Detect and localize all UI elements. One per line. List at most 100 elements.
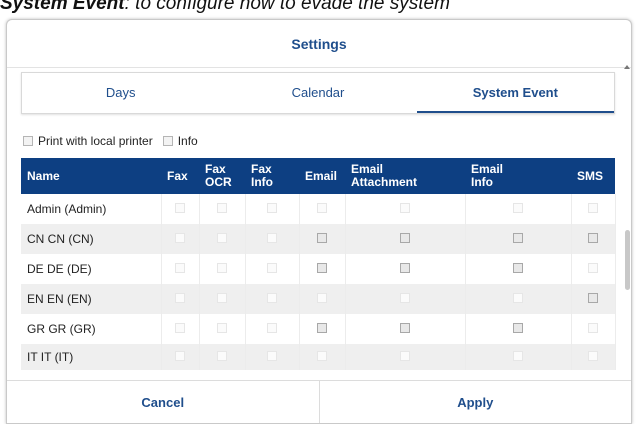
print-local-option[interactable]: Print with local printer (23, 134, 153, 148)
scroll-up-icon[interactable] (624, 65, 630, 69)
checkbox-cell (299, 314, 346, 344)
user-name-cell: CN CN (CN) (21, 224, 162, 254)
tab-days[interactable]: Days (22, 73, 219, 113)
event-checkbox[interactable] (400, 263, 410, 273)
user-name-cell: EN EN (EN) (21, 284, 162, 314)
table-header-row: Name Fax Fax OCR Fax Info Email Email At… (21, 158, 615, 194)
event-checkbox[interactable] (217, 323, 227, 333)
checkbox-cell (571, 224, 616, 254)
event-checkbox[interactable] (588, 263, 598, 273)
col-header-email: Email (299, 158, 345, 194)
apply-button[interactable]: Apply (318, 381, 632, 423)
checkbox-cell (161, 224, 200, 254)
col-header-sms: SMS (571, 158, 615, 194)
checkbox-cell (161, 284, 200, 314)
event-checkbox[interactable] (175, 263, 185, 273)
table-body: Admin (Admin) CN CN (CN) DE DE (DE) EN EN (… (21, 194, 616, 370)
event-checkbox[interactable] (400, 233, 410, 243)
event-checkbox[interactable] (513, 233, 523, 243)
info-option[interactable]: Info (162, 134, 198, 148)
checkbox-cell (245, 194, 300, 224)
print-local-label: Print with local printer (38, 134, 153, 148)
caption-text: : to configure how to evade the system (124, 0, 450, 14)
checkbox-cell (299, 344, 346, 370)
table-row: Admin (Admin) (21, 194, 616, 224)
event-checkbox[interactable] (267, 263, 277, 273)
checkbox-cell (299, 224, 346, 254)
col-header-fax: Fax (161, 158, 199, 194)
checkbox-cell (161, 254, 200, 284)
cancel-button[interactable]: Cancel (7, 381, 319, 423)
event-checkbox[interactable] (175, 293, 185, 303)
event-checkbox[interactable] (267, 323, 277, 333)
event-checkbox[interactable] (317, 203, 327, 213)
tab-calendar[interactable]: Calendar (219, 73, 416, 113)
event-checkbox[interactable] (317, 293, 327, 303)
event-checkbox[interactable] (513, 323, 523, 333)
checkbox-cell (345, 344, 466, 370)
checkbox-cell (199, 224, 246, 254)
table-row: GR GR (GR) (21, 314, 616, 344)
event-checkbox[interactable] (317, 323, 327, 333)
event-checkbox[interactable] (317, 263, 327, 273)
checkbox-cell (465, 344, 572, 370)
event-checkbox[interactable] (175, 233, 185, 243)
event-checkbox[interactable] (400, 351, 410, 361)
table-row: CN CN (CN) (21, 224, 616, 254)
event-checkbox[interactable] (513, 293, 523, 303)
col-header-fax-info: Fax Info (245, 158, 299, 194)
table-row: DE DE (DE) (21, 254, 616, 284)
event-checkbox[interactable] (217, 203, 227, 213)
event-checkbox[interactable] (175, 351, 185, 361)
tab-system-event[interactable]: System Event (416, 73, 614, 113)
event-checkbox[interactable] (317, 351, 327, 361)
event-checkbox[interactable] (175, 323, 185, 333)
event-checkbox[interactable] (588, 203, 598, 213)
user-name-cell: GR GR (GR) (21, 314, 162, 344)
event-checkbox[interactable] (217, 293, 227, 303)
checkbox-cell (199, 344, 246, 370)
event-checkbox[interactable] (175, 203, 185, 213)
event-checkbox[interactable] (400, 293, 410, 303)
event-checkbox[interactable] (217, 233, 227, 243)
user-name-cell: IT IT (IT) (21, 344, 162, 370)
event-checkbox[interactable] (217, 351, 227, 361)
event-checkbox[interactable] (267, 351, 277, 361)
event-checkbox[interactable] (513, 351, 523, 361)
event-checkbox[interactable] (588, 233, 598, 243)
event-checkbox[interactable] (267, 203, 277, 213)
event-checkbox[interactable] (588, 293, 598, 303)
table-row: IT IT (IT) (21, 344, 616, 370)
event-checkbox[interactable] (588, 323, 598, 333)
event-checkbox[interactable] (513, 203, 523, 213)
checkbox-cell (465, 194, 572, 224)
dialog-footer: Cancel Apply (7, 380, 632, 423)
event-checkbox[interactable] (513, 263, 523, 273)
checkbox-cell (571, 284, 616, 314)
checkbox-cell (245, 344, 300, 370)
info-label: Info (177, 134, 198, 148)
event-checkbox[interactable] (317, 233, 327, 243)
checkbox-cell (465, 314, 572, 344)
checkbox-cell (199, 314, 246, 344)
event-checkbox[interactable] (267, 293, 277, 303)
options-row: Print with local printer Info (23, 133, 208, 149)
checkbox-cell (299, 284, 346, 314)
col-header-email-attachment: Email Attachment (345, 158, 465, 194)
dialog-title: Settings (7, 20, 631, 68)
event-checkbox[interactable] (400, 323, 410, 333)
checkbox-cell (571, 344, 616, 370)
event-checkbox[interactable] (217, 263, 227, 273)
event-checkbox[interactable] (267, 233, 277, 243)
checkbox-cell (161, 344, 200, 370)
vertical-scrollbar[interactable] (623, 65, 631, 398)
checkbox-cell (465, 224, 572, 254)
print-local-checkbox[interactable] (23, 136, 33, 146)
info-checkbox[interactable] (162, 136, 173, 146)
scrollbar-thumb[interactable] (625, 230, 630, 290)
col-header-name: Name (21, 158, 161, 194)
checkbox-cell (245, 254, 300, 284)
event-checkbox[interactable] (588, 351, 598, 361)
event-checkbox[interactable] (400, 203, 410, 213)
checkbox-cell (245, 314, 300, 344)
